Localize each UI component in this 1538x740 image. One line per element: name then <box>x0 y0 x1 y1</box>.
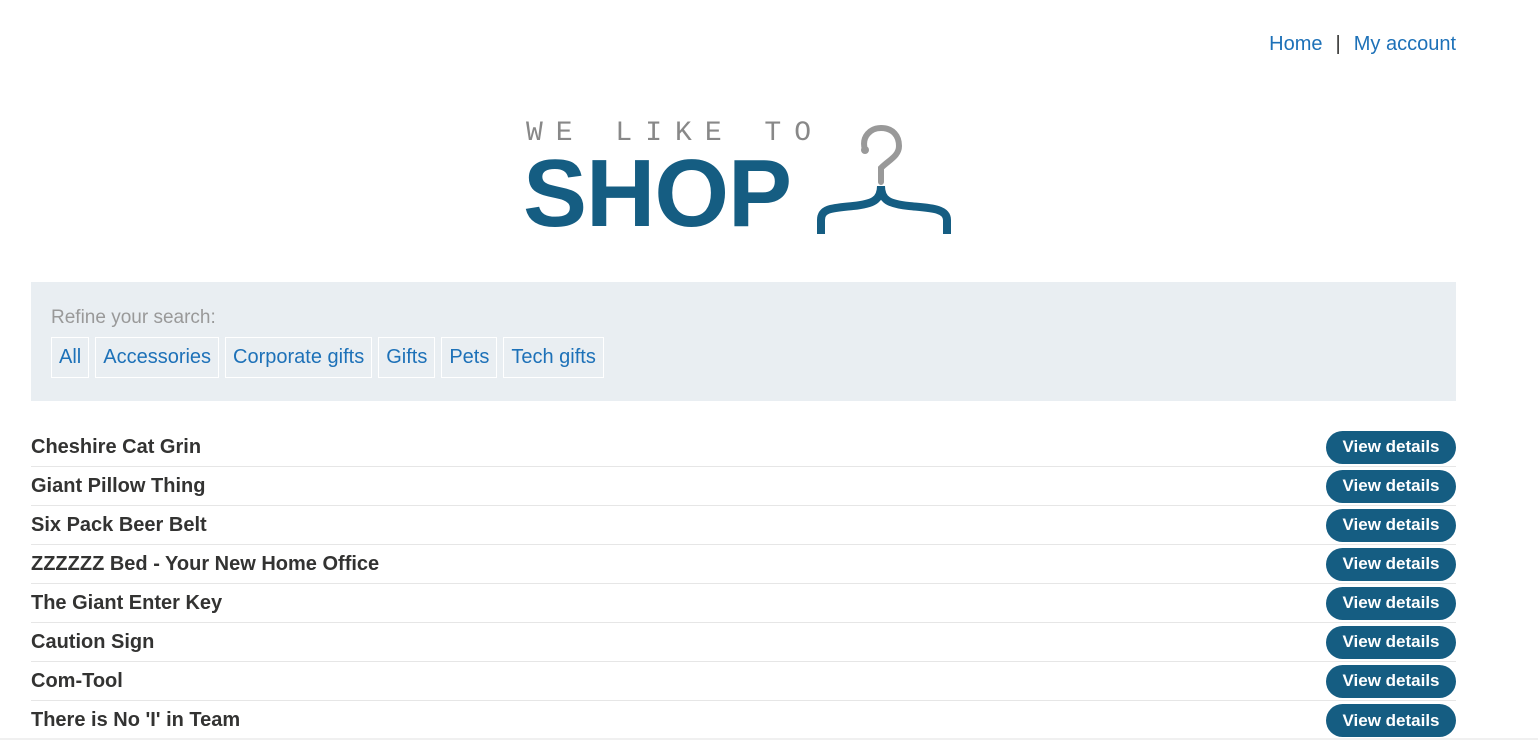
product-name: Giant Pillow Thing <box>31 474 206 497</box>
product-list: Cheshire Cat Grin View details Giant Pil… <box>31 428 1456 740</box>
product-name: The Giant Enter Key <box>31 591 223 614</box>
view-details-button[interactable]: View details <box>1326 508 1456 542</box>
product-name: There is No 'I' in Team <box>31 709 241 731</box>
filter-accessories[interactable]: Accessories <box>95 337 220 378</box>
product-row: Six Pack Beer Belt View details <box>31 506 1456 545</box>
home-link[interactable]: Home <box>1269 33 1322 56</box>
product-name: Caution Sign <box>31 630 155 653</box>
hanger-icon <box>817 124 951 234</box>
my-account-link[interactable]: My account <box>1354 33 1456 56</box>
site-logo[interactable]: WE LIKE TO SHOP <box>523 118 968 247</box>
product-row: Giant Pillow Thing View details <box>31 467 1456 506</box>
product-row: ZZZZZZ Bed - Your New Home Office View d… <box>31 545 1456 584</box>
view-details-button[interactable]: View details <box>1326 586 1456 620</box>
view-details-button[interactable]: View details <box>1326 704 1456 737</box>
filter-all[interactable]: All <box>51 337 90 378</box>
top-nav: Home | My account <box>1269 33 1456 56</box>
filter-list: All Accessories Corporate gifts Gifts Pe… <box>51 337 1436 378</box>
view-details-button[interactable]: View details <box>1326 430 1456 464</box>
product-name: Com-Tool <box>31 669 123 692</box>
product-name: Cheshire Cat Grin <box>31 435 202 458</box>
product-row: Com-Tool View details <box>31 662 1456 701</box>
product-row: Cheshire Cat Grin View details <box>31 428 1456 467</box>
view-details-button[interactable]: View details <box>1326 469 1456 503</box>
product-row: The Giant Enter Key View details <box>31 584 1456 623</box>
filter-pets[interactable]: Pets <box>441 337 498 378</box>
view-details-button[interactable]: View details <box>1326 664 1456 698</box>
filter-gifts[interactable]: Gifts <box>378 337 436 378</box>
product-name: ZZZZZZ Bed - Your New Home Office <box>31 552 380 575</box>
filter-label: Refine your search: <box>51 307 216 328</box>
filter-box: Refine your search: All Accessories Corp… <box>31 282 1456 401</box>
view-details-button[interactable]: View details <box>1326 625 1456 659</box>
product-row: Caution Sign View details <box>31 623 1456 662</box>
nav-separator: | <box>1335 33 1341 55</box>
product-name: Six Pack Beer Belt <box>31 513 207 536</box>
logo-word: SHOP <box>523 140 792 247</box>
filter-tech-gifts[interactable]: Tech gifts <box>503 337 604 378</box>
product-row: There is No 'I' in Team View details <box>31 701 1456 740</box>
filter-corporate-gifts[interactable]: Corporate gifts <box>225 337 373 378</box>
page: Home | My account WE LIKE TO SHOP Refine… <box>0 0 1538 740</box>
view-details-button[interactable]: View details <box>1326 547 1456 581</box>
